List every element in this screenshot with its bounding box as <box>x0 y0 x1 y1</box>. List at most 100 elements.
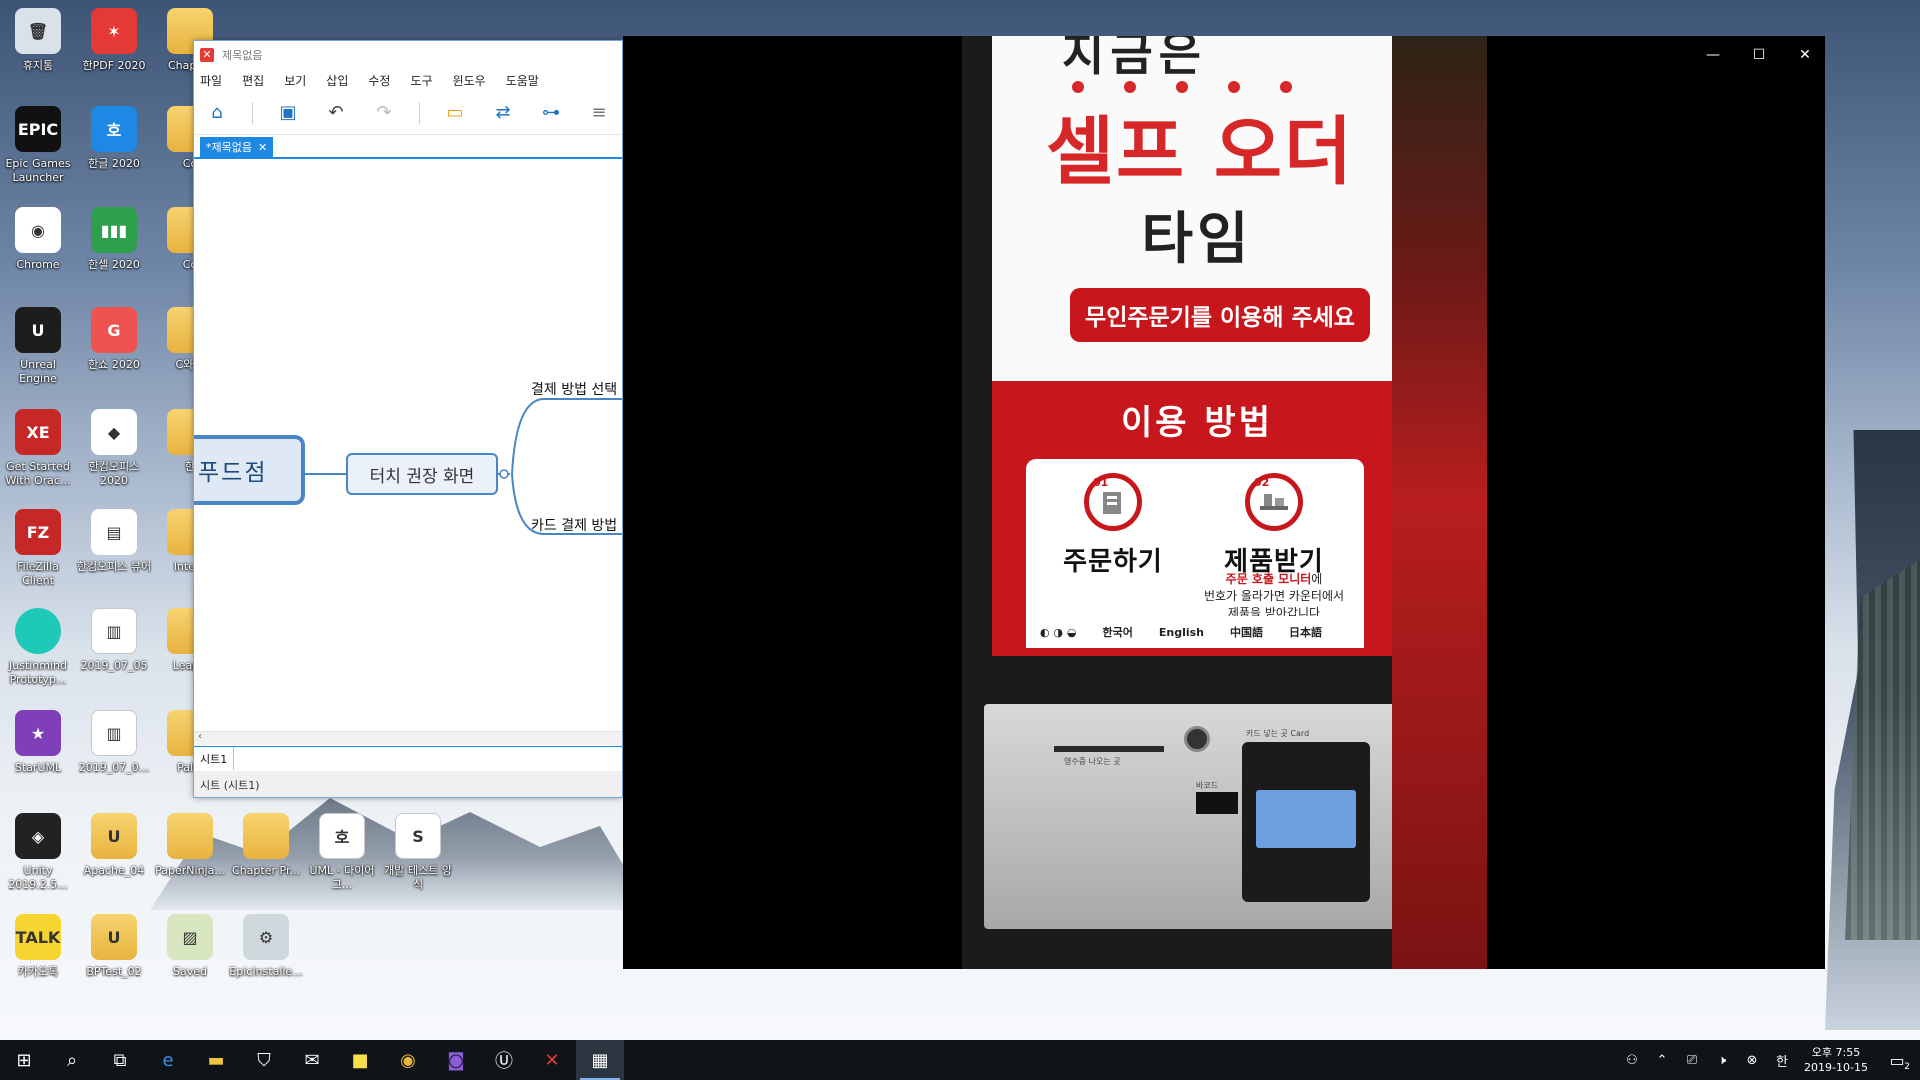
structure-icon[interactable]: ⊶ <box>538 100 564 126</box>
lock-icon <box>1184 726 1210 752</box>
desktop-icon-label: Chapter Pr... <box>232 864 300 877</box>
toolbar-separator <box>252 101 253 124</box>
volume-muted-icon[interactable]: 🕨 <box>1710 1040 1734 1080</box>
ime-icon[interactable]: 한 <box>1770 1040 1794 1080</box>
search-icon[interactable]: ⌕ <box>48 1040 96 1080</box>
hand-tap-icon <box>1103 492 1121 514</box>
desktop-icon[interactable]: S 개발 테스트 양식 <box>380 813 456 892</box>
receive-note: 주문 호출 모니터에 번호가 올라가면 카운터에서 제품을 받아갑니다 <box>1186 571 1362 622</box>
blocked-icon[interactable]: ⊗ <box>1740 1040 1764 1080</box>
desktop-icon[interactable]: TALK 카카오톡 <box>0 914 76 979</box>
edge-icon[interactable]: e <box>144 1040 192 1080</box>
desktop-icon[interactable]: EPIC Epic Games Launcher <box>0 106 76 185</box>
desktop-icon-label: PaperNinja... <box>155 864 225 877</box>
desktop-icon-label: Justinmind Prototyp... <box>8 659 67 686</box>
sheet-tab[interactable]: 시트1 <box>194 747 235 770</box>
notification-icon[interactable]: ▭ 2 <box>1878 1040 1916 1080</box>
subtopic[interactable]: 결제 방법 선택 <box>531 379 617 399</box>
clock[interactable]: 오후 7:55 2019-10-15 <box>1800 1045 1872 1075</box>
xmind-titlebar[interactable]: ✕ 제목없음 <box>194 41 622 69</box>
store-icon[interactable]: ⛉ <box>240 1040 288 1080</box>
desktop-icon[interactable]: ◆ 한컴오피스 2020 <box>76 409 152 488</box>
topic-style-icon[interactable]: ▭ <box>442 100 468 126</box>
desktop-icon[interactable]: ▥ 2019_07_05 <box>76 608 152 673</box>
desktop-icon[interactable]: Justinmind Prototyp... <box>0 608 76 687</box>
video-player-window[interactable]: 지금은 셀프 오더 타임 무인주문기를 이용해 주세요 이용 방법 01 주문하… <box>623 36 1825 969</box>
chrome-icon[interactable]: ◉ <box>384 1040 432 1080</box>
desktop-icon[interactable]: ✶ 한PDF 2020 <box>76 8 152 73</box>
menu-tools[interactable]: 도구 <box>410 72 432 89</box>
menu-file[interactable]: 파일 <box>200 72 222 89</box>
desktop-icon[interactable]: U BPTest_02 <box>76 914 152 979</box>
chevron-up-icon[interactable]: ⌃ <box>1650 1040 1674 1080</box>
redo-icon[interactable]: ↷ <box>371 100 397 126</box>
main-topic[interactable]: 터치 권장 화면 <box>346 453 498 495</box>
poster-main-title: 셀프 오더 <box>1045 109 1355 195</box>
desktop-icon[interactable]: XE Get Started With Orac... <box>0 409 76 488</box>
desktop-icon[interactable]: 호 한글 2020 <box>76 106 152 171</box>
desktop-icon[interactable]: G 한쇼 2020 <box>76 307 152 372</box>
start-icon[interactable]: ⊞ <box>0 1040 48 1080</box>
kiosk-poster: 지금은 셀프 오더 타임 무인주문기를 이용해 주세요 이용 방법 01 주문하… <box>992 36 1402 656</box>
maximize-icon[interactable]: ☐ <box>1745 44 1773 66</box>
toolbar: ⌂ ▣ ↶ ↷ ▭ ⇄ ⊶ ≡ <box>194 91 622 135</box>
desktop-icon[interactable]: FZ FileZilla Client <box>0 509 76 588</box>
horizontal-scrollbar[interactable]: ‹ <box>194 731 622 745</box>
tray-food-icon <box>1260 494 1288 510</box>
desktop-icon[interactable]: U Apache_04 <box>76 813 152 878</box>
menu-window[interactable]: 윈도우 <box>453 72 486 89</box>
menu-edit[interactable]: 편집 <box>242 72 264 89</box>
desktop-icon[interactable]: Chapter Pr... <box>228 813 304 878</box>
save-icon[interactable]: ▣ <box>275 100 301 126</box>
desktop-icon[interactable]: ▨ Saved <box>152 914 228 979</box>
movies-tv-icon[interactable]: ▦ <box>576 1040 624 1080</box>
undo-icon[interactable]: ↶ <box>323 100 349 126</box>
menu-modify[interactable]: 수정 <box>368 72 390 89</box>
menu-view[interactable]: 보기 <box>284 72 306 89</box>
desktop-icon[interactable]: ★ StarUML <box>0 710 76 775</box>
sticky-notes-icon[interactable]: ■ <box>336 1040 384 1080</box>
mindmap-canvas[interactable]: 푸드점 터치 권장 화면 결제 방법 선택 카드 결제 방법 <box>194 159 622 729</box>
scroll-left-icon[interactable]: ‹ <box>198 731 202 742</box>
xmind-taskbar-icon[interactable]: ✕ <box>528 1040 576 1080</box>
desktop-icon[interactable]: ⚙ EpicInstalle... <box>228 914 304 979</box>
menu-insert[interactable]: 삽입 <box>326 72 348 89</box>
outline-icon[interactable]: ≡ <box>586 100 612 126</box>
language-korean: 한국어 <box>1102 626 1133 639</box>
relationship-icon[interactable]: ⇄ <box>490 100 516 126</box>
clock-time: 오후 7:55 <box>1811 1046 1861 1059</box>
desktop-icon[interactable]: 호 UML - 다이어그... <box>304 813 380 892</box>
close-icon[interactable]: ✕ <box>1791 44 1819 66</box>
desktop-icon[interactable]: ▥ 2019_07_0... <box>76 710 152 775</box>
minimize-icon[interactable]: — <box>1699 44 1727 66</box>
desktop-icon[interactable]: ▤ 한컴오피스 뷰어 <box>76 509 152 574</box>
desktop-icon[interactable]: ▮▮▮ 한셀 2020 <box>76 207 152 272</box>
central-topic[interactable]: 푸드점 <box>194 435 305 505</box>
taskbar: ⊞ ⌕ ⧉ e ▬ ⛉ ✉ ■ ◉ ◙ Ⓤ ✕ ▦ ⚇ ⌃ ⎚ 🕨 ⊗ 한 오후… <box>0 1040 1920 1080</box>
subtopic[interactable]: 카드 결제 방법 <box>531 515 617 535</box>
file-explorer-icon[interactable]: ▬ <box>192 1040 240 1080</box>
mail-icon[interactable]: ✉ <box>288 1040 336 1080</box>
desktop-icon-label: 휴지통 <box>22 59 54 72</box>
menu-help[interactable]: 도움말 <box>506 72 539 89</box>
close-icon[interactable]: ✕ <box>258 141 267 154</box>
app-icon: ◉ <box>15 207 61 253</box>
unreal-icon[interactable]: Ⓤ <box>480 1040 528 1080</box>
video-frame[interactable]: 지금은 셀프 오더 타임 무인주문기를 이용해 주세요 이용 방법 01 주문하… <box>962 36 1487 969</box>
desktop-icon-label: 카카오톡 <box>17 965 59 978</box>
people-icon[interactable]: ⚇ <box>1620 1040 1644 1080</box>
desktop-icon[interactable]: PaperNinja... <box>152 813 228 878</box>
xmind-window[interactable]: ✕ 제목없음 파일 편집 보기 삽입 수정 도구 윈도우 도움말 ⌂ ▣ ↶ ↷… <box>193 40 623 798</box>
home-icon[interactable]: ⌂ <box>204 100 230 126</box>
network-icon[interactable]: ⎚ <box>1680 1040 1704 1080</box>
task-view-icon[interactable]: ⧉ <box>96 1040 144 1080</box>
purple-app-icon[interactable]: ◙ <box>432 1040 480 1080</box>
desktop-icon[interactable]: U Unreal Engine <box>0 307 76 386</box>
desktop-icon[interactable]: ◈ Unity 2019.2.5... <box>0 813 76 892</box>
editor-tab[interactable]: *제목없음 ✕ <box>200 137 274 157</box>
poster-cut-title: 지금은 <box>1062 36 1207 81</box>
desktop-icon[interactable]: 🗑 휴지통 <box>0 8 76 73</box>
desktop-icon[interactable]: ◉ Chrome <box>0 207 76 272</box>
desktop-icon-label: Get Started With Orac... <box>5 460 71 487</box>
app-icon: ▨ <box>167 914 213 960</box>
